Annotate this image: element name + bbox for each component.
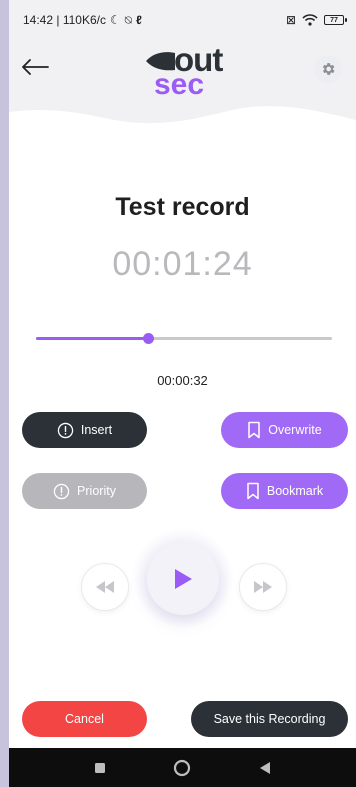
overwrite-button[interactable]: Overwrite xyxy=(221,412,348,448)
settings-button[interactable] xyxy=(314,55,342,83)
play-button[interactable] xyxy=(147,543,219,615)
logo-text-bottom: sec xyxy=(154,68,205,101)
status-bar: 14:42 | 110K6/c ☾ ⍉ ℓ ⊠ 77 xyxy=(9,0,356,40)
app-screen: 14:42 | 110K6/c ☾ ⍉ ℓ ⊠ 77 out sec Test … xyxy=(9,0,356,787)
fast-forward-button[interactable] xyxy=(239,563,287,611)
battery-icon: 77 xyxy=(324,15,347,25)
priority-button[interactable]: Priority xyxy=(22,473,147,509)
save-label: Save this Recording xyxy=(213,712,326,726)
status-right: ⊠ 77 xyxy=(285,13,347,27)
cancel-button[interactable]: Cancel xyxy=(22,701,147,737)
triangle-back-icon xyxy=(259,761,270,774)
save-recording-button[interactable]: Save this Recording xyxy=(191,701,348,737)
gear-icon xyxy=(322,63,335,75)
bookmark-button[interactable]: Bookmark xyxy=(221,473,348,509)
alert-circle-icon xyxy=(57,422,74,438)
insert-label: Insert xyxy=(80,423,113,437)
play-icon xyxy=(175,569,192,589)
bookmark-icon xyxy=(247,482,259,500)
wifi-icon xyxy=(302,14,318,26)
nav-back-button[interactable] xyxy=(250,753,280,783)
priority-label: Priority xyxy=(77,484,116,498)
outsec-logo: out sec xyxy=(144,43,239,101)
playback-slider[interactable] xyxy=(36,330,332,348)
sim-icon: ⊠ xyxy=(285,13,296,27)
nav-recents-button[interactable] xyxy=(85,753,115,783)
signal-icon: ℓ xyxy=(135,13,142,27)
system-navigation-bar xyxy=(9,748,356,787)
circle-icon xyxy=(174,759,191,776)
battery-level: 77 xyxy=(330,16,338,24)
alert-circle-icon xyxy=(53,483,70,499)
bookmark-label: Bookmark xyxy=(266,484,324,498)
status-left: 14:42 | 110K6/c ☾ ⍉ ℓ xyxy=(23,13,142,27)
overwrite-label: Overwrite xyxy=(268,423,322,437)
cancel-label: Cancel xyxy=(65,712,104,726)
nav-home-button[interactable] xyxy=(167,753,197,783)
square-icon xyxy=(95,762,106,773)
notification-muted-icon: ⍉ xyxy=(124,13,132,27)
arrow-left-icon xyxy=(22,59,49,75)
status-time: 14:42 | 110K6/c xyxy=(23,13,106,27)
back-button[interactable] xyxy=(17,52,53,82)
fast-forward-icon xyxy=(254,581,272,593)
recording-duration: 00:01:24 xyxy=(112,245,253,283)
rewind-icon xyxy=(96,581,114,593)
moon-icon: ☾ xyxy=(109,13,121,27)
slider-thumb[interactable] xyxy=(143,333,154,344)
insert-button[interactable]: Insert xyxy=(22,412,147,448)
playback-position: 00:00:32 xyxy=(157,373,208,388)
rewind-button[interactable] xyxy=(81,563,129,611)
recording-title: Test record xyxy=(115,193,250,221)
bookmark-icon xyxy=(248,421,260,439)
slider-progress xyxy=(36,337,148,340)
